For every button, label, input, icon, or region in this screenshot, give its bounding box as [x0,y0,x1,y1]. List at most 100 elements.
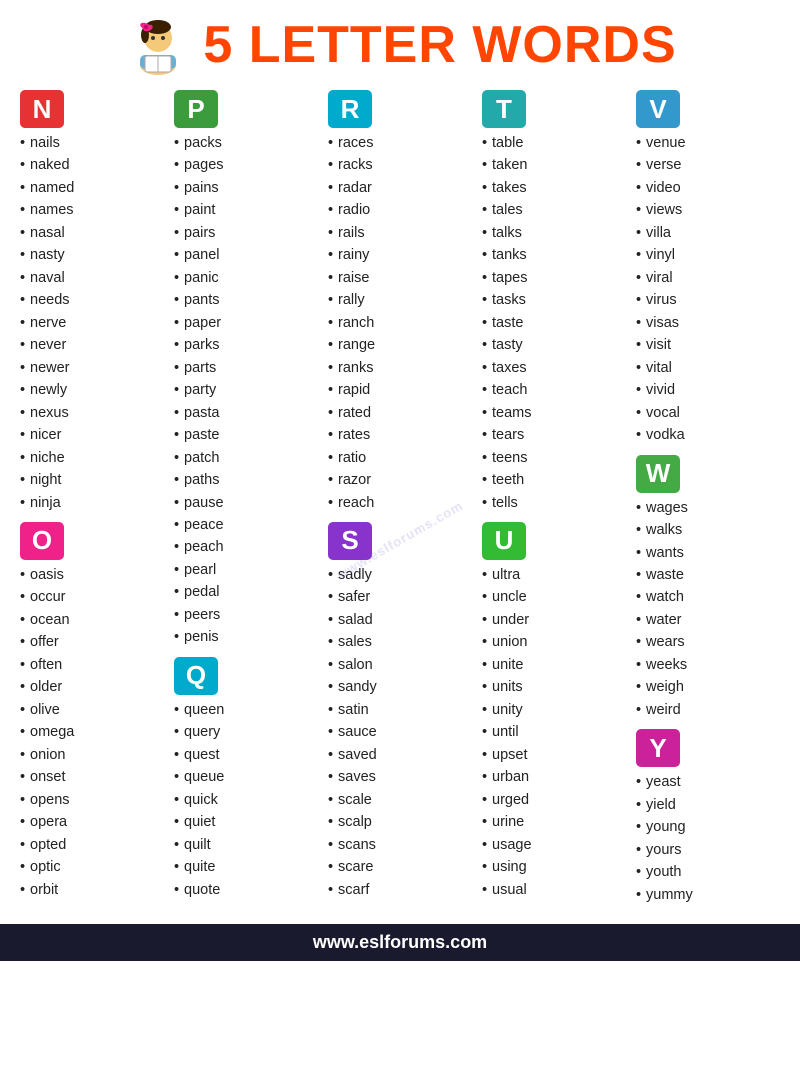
list-item: teens [482,447,626,469]
list-item: sauce [328,721,472,743]
footer: www.eslforums.com [0,924,800,961]
list-item: often [20,654,164,676]
list-item: water [636,609,780,631]
list-item: party [174,379,318,401]
list-item: ninja [20,492,164,514]
list-item: tells [482,492,626,514]
list-item: yield [636,794,780,816]
main-content: N nails naked named names nasal nasty na… [0,85,800,919]
list-item: urban [482,766,626,788]
list-item: youth [636,861,780,883]
list-item: pairs [174,222,318,244]
letter-badge-q: Q [174,657,218,695]
list-item: wears [636,631,780,653]
list-item: opera [20,811,164,833]
list-item: parts [174,357,318,379]
list-item: penis [174,626,318,648]
list-item: nasal [20,222,164,244]
list-item: omega [20,721,164,743]
list-item: salon [328,654,472,676]
list-item: reach [328,492,472,514]
list-item: unite [482,654,626,676]
word-list-r: races racks radar radio rails rainy rais… [328,132,472,514]
list-item: quick [174,789,318,811]
list-item: tasks [482,289,626,311]
header: 5 LETTER WORDS [0,0,800,85]
list-item: weeks [636,654,780,676]
list-item: names [20,199,164,221]
list-item: ocean [20,609,164,631]
list-item: radio [328,199,472,221]
letter-badge-n: N [20,90,64,128]
page-title: 5 LETTER WORDS [203,15,676,75]
list-item: saved [328,744,472,766]
list-item: tears [482,424,626,446]
list-item: quiet [174,811,318,833]
list-item: villa [636,222,780,244]
list-item: naked [20,154,164,176]
list-item: newer [20,357,164,379]
avatar-icon [123,10,193,80]
list-item: salad [328,609,472,631]
list-item: scarf [328,879,472,901]
column-v: V venue verse video views villa vinyl vi… [631,90,785,914]
list-item: rally [328,289,472,311]
list-item: offer [20,631,164,653]
list-item: query [174,721,318,743]
list-item: tasty [482,334,626,356]
list-item: peers [174,604,318,626]
list-item: oasis [20,564,164,586]
list-item: scale [328,789,472,811]
list-item: night [20,469,164,491]
list-item: needs [20,289,164,311]
list-item: razor [328,469,472,491]
list-item: quite [174,856,318,878]
list-item: never [20,334,164,356]
list-item: raise [328,267,472,289]
list-item: scare [328,856,472,878]
list-item: paths [174,469,318,491]
list-item: panel [174,244,318,266]
list-item: panic [174,267,318,289]
letter-badge-t: T [482,90,526,128]
word-list-q: queen query quest queue quick quiet quil… [174,699,318,901]
list-item: talks [482,222,626,244]
list-item: races [328,132,472,154]
list-item: weigh [636,676,780,698]
letter-badge-w: W [636,455,680,493]
list-item: parks [174,334,318,356]
letter-badge-u: U [482,522,526,560]
list-item: niche [20,447,164,469]
list-item: wants [636,542,780,564]
list-item: watch [636,586,780,608]
list-item: queen [174,699,318,721]
list-item: yummy [636,884,780,906]
list-item: union [482,631,626,653]
list-item: paste [174,424,318,446]
list-item: yours [636,839,780,861]
list-item: radar [328,177,472,199]
list-item: opens [20,789,164,811]
list-item: rates [328,424,472,446]
list-item: verse [636,154,780,176]
list-item: using [482,856,626,878]
list-item: upset [482,744,626,766]
word-list-u: ultra uncle under union unite units unit… [482,564,626,901]
list-item: vivid [636,379,780,401]
list-item: queue [174,766,318,788]
letter-badge-r: R [328,90,372,128]
list-item: usage [482,834,626,856]
letter-badge-v: V [636,90,680,128]
list-item: sadly [328,564,472,586]
list-item: scalp [328,811,472,833]
list-item: peach [174,536,318,558]
list-item: nerve [20,312,164,334]
column-t: T table taken takes tales talks tanks ta… [477,90,631,914]
word-list-y: yeast yield young yours youth yummy [636,771,780,906]
list-item: pedal [174,581,318,603]
word-list-s: sadly safer salad sales salon sandy sati… [328,564,472,901]
list-item: tanks [482,244,626,266]
list-item: patch [174,447,318,469]
list-item: older [20,676,164,698]
list-item: ultra [482,564,626,586]
